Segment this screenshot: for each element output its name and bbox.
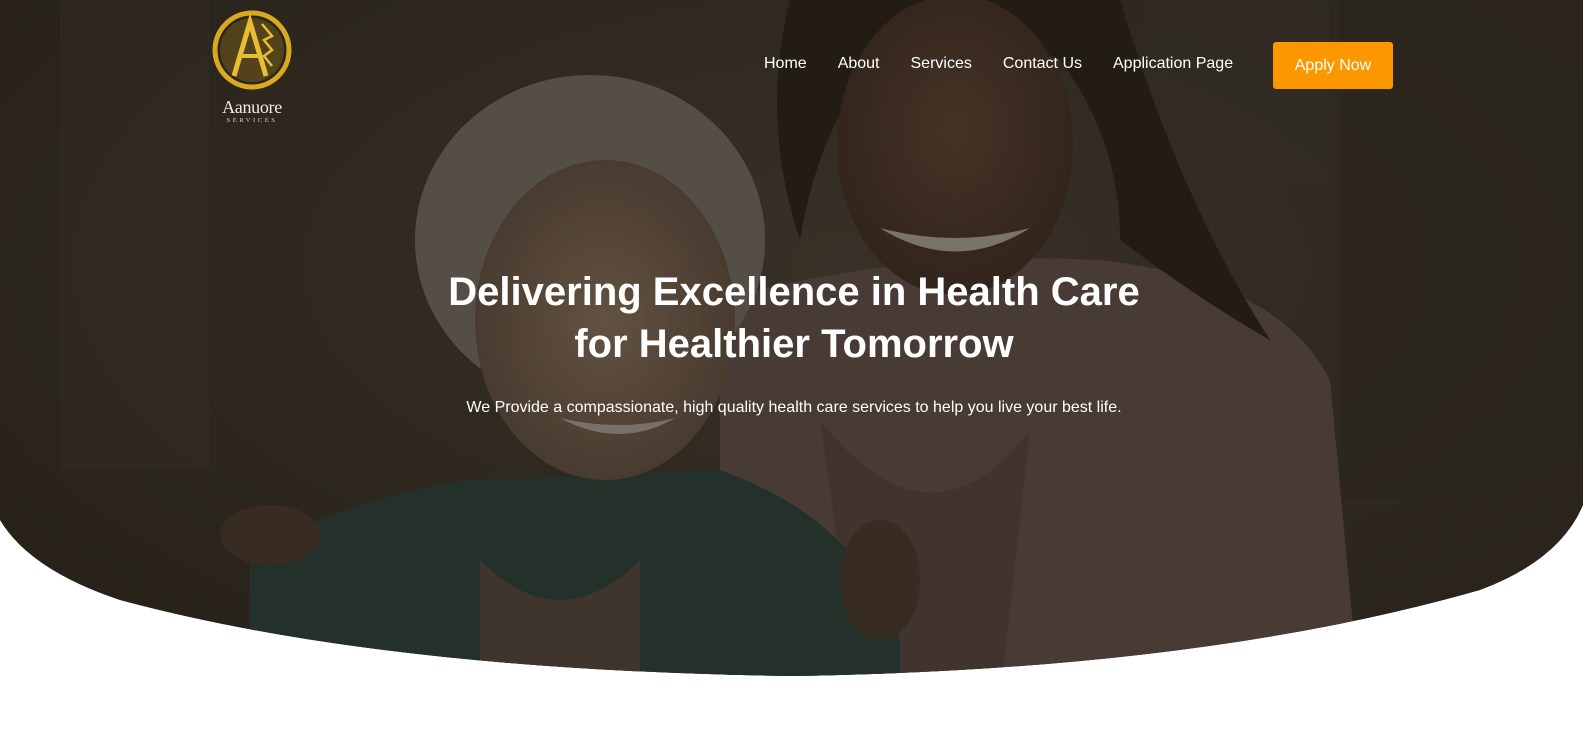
hero-headline: Delivering Excellence in Health Care for… bbox=[394, 266, 1194, 370]
hero-headline-line-2: for Healthier Tomorrow bbox=[574, 322, 1014, 366]
scrollbar-track[interactable] bbox=[1583, 0, 1589, 756]
nav-item-application-page[interactable]: Application Page bbox=[1113, 53, 1233, 75]
nav-item-services[interactable]: Services bbox=[911, 53, 972, 75]
hero-subtext: We Provide a compassionate, high quality… bbox=[466, 399, 1122, 416]
hero-headline-line-1: Delivering Excellence in Health Care bbox=[448, 270, 1140, 314]
nav-item-contact-us[interactable]: Contact Us bbox=[1003, 53, 1082, 75]
main-nav: Home About Services Contact Us Applicati… bbox=[764, 53, 1264, 75]
brand-tagline: SERVICES bbox=[226, 117, 278, 124]
page: Aanuore SERVICES Home About Services Con… bbox=[0, 0, 1589, 756]
nav-item-home[interactable]: Home bbox=[764, 53, 807, 75]
apply-now-button[interactable]: Apply Now bbox=[1273, 42, 1393, 89]
golden-monogram-logo-icon bbox=[212, 10, 292, 90]
nav-item-about[interactable]: About bbox=[838, 53, 880, 75]
brand-name: Aanuore bbox=[222, 97, 282, 117]
hero-section: Aanuore SERVICES Home About Services Con… bbox=[0, 0, 1589, 756]
brand-logo[interactable]: Aanuore SERVICES bbox=[212, 10, 292, 124]
